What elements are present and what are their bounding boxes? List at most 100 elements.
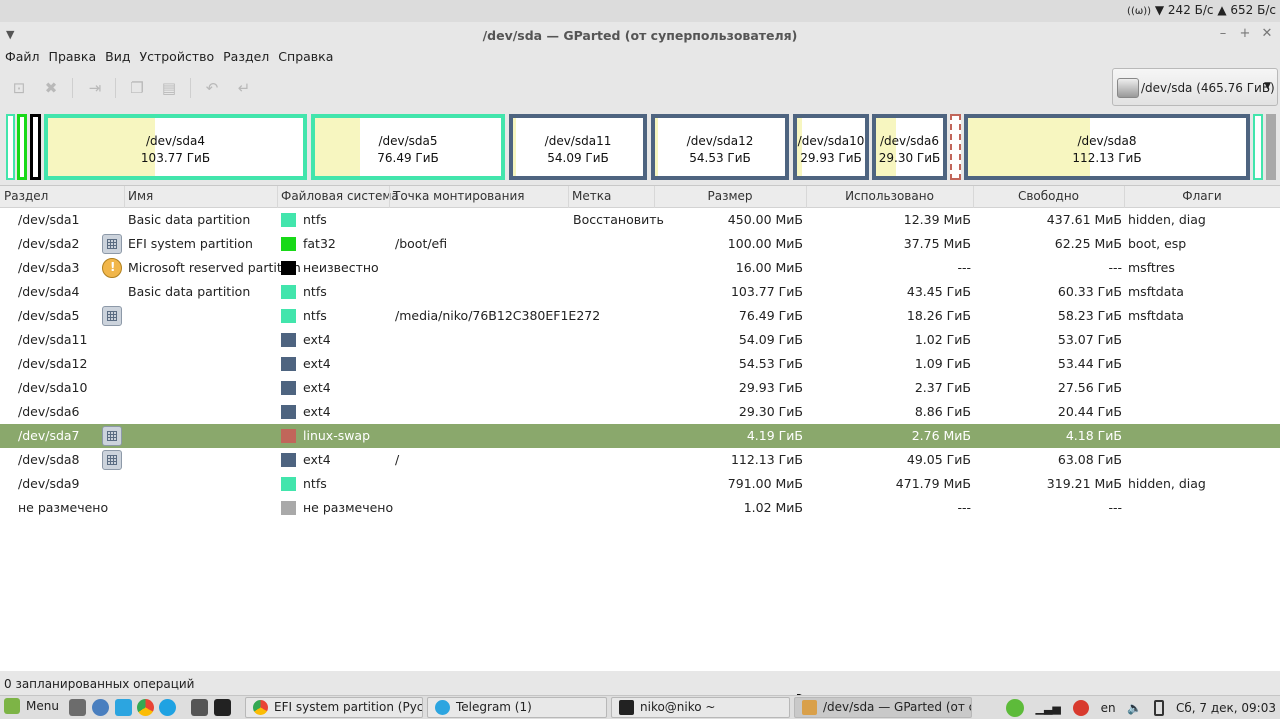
table-row[interactable]: /dev/sda12 ext4 54.53 ГиБ 1.09 ГиБ 53.44 ГиБ bbox=[0, 352, 1280, 376]
pmap-name: /dev/sda5 bbox=[378, 134, 438, 148]
table-row[interactable]: /dev/sda3 Microsoft reserved partitionнеи… bbox=[0, 256, 1280, 280]
task-gparted[interactable]: /dev/sda — GParted (от с... bbox=[794, 697, 972, 718]
pmap-sda12[interactable]: /dev/sda12 54.53 ГиБ bbox=[651, 114, 789, 180]
new-partition-icon[interactable]: ⊡ bbox=[8, 78, 30, 98]
close-icon[interactable]: ✕ bbox=[1259, 26, 1275, 42]
start-menu-button[interactable]: Menu bbox=[4, 698, 59, 718]
pmap-sda5[interactable]: /dev/sda5 76.49 ГиБ bbox=[311, 114, 505, 180]
col-header-free[interactable]: Свободно bbox=[973, 189, 1124, 203]
terminal-launcher-icon[interactable] bbox=[214, 699, 231, 716]
download-arrow-icon: ▼ bbox=[1154, 3, 1165, 17]
col-header-mountpoint[interactable]: Точка монтирования bbox=[393, 189, 524, 203]
pmap-sda9[interactable] bbox=[1253, 114, 1263, 180]
pmap-sda6[interactable]: /dev/sda6 29.30 ГиБ bbox=[872, 114, 947, 180]
header-separator bbox=[568, 186, 569, 208]
col-header-flags[interactable]: Флаги bbox=[1124, 189, 1280, 203]
volume-icon[interactable]: 🔈 bbox=[1127, 701, 1142, 715]
pmap-name: /dev/sda8 bbox=[1077, 134, 1137, 148]
update-manager-icon[interactable] bbox=[1005, 699, 1024, 717]
pmap-sda7[interactable] bbox=[950, 114, 961, 180]
filesystem-color-swatch bbox=[281, 357, 296, 371]
network-signal-icon[interactable]: ▁▃▅ bbox=[1036, 702, 1061, 715]
table-row[interactable]: /dev/sda5 ntfs/media/niko/76B12C380EF1E27… bbox=[0, 304, 1280, 328]
chrome-launcher-icon[interactable] bbox=[137, 699, 154, 716]
table-row[interactable]: /dev/sda4 Basic data partition ntfs 103.77 … bbox=[0, 280, 1280, 304]
col-header-label[interactable]: Метка bbox=[572, 189, 611, 203]
filesystem-color-swatch bbox=[281, 501, 296, 515]
partition-map: /dev/sda4 103.77 ГиБ /dev/sda5 76.49 ГиБ… bbox=[0, 109, 1280, 184]
delete-icon[interactable]: ✖ bbox=[40, 78, 62, 98]
pmap-sda11[interactable]: /dev/sda11 54.09 ГиБ bbox=[509, 114, 647, 180]
battery-icon[interactable] bbox=[1154, 700, 1165, 716]
menu-partition[interactable]: Раздел bbox=[218, 47, 273, 64]
browser-launcher-icon[interactable] bbox=[92, 699, 109, 716]
notification-icon[interactable] bbox=[1072, 700, 1089, 716]
table-row[interactable]: /dev/sda8 ext4 / 112.13 ГиБ 49.05 ГиБ 63.08 Г… bbox=[0, 448, 1280, 472]
cell-size: 16.00 МиБ bbox=[735, 260, 803, 275]
cell-used: --- bbox=[957, 500, 971, 515]
filesystem-color-swatch bbox=[281, 453, 296, 467]
pmap-sda4[interactable]: /dev/sda4 103.77 ГиБ bbox=[44, 114, 307, 180]
col-header-filesystem[interactable]: Файловая система bbox=[281, 189, 399, 203]
cell-partition: /dev/sda11 bbox=[18, 332, 88, 347]
table-row[interactable]: /dev/sda11 ext4 54.09 ГиБ 1.02 ГиБ 53.07 ГиБ bbox=[0, 328, 1280, 352]
copy-icon[interactable]: ❐ bbox=[126, 78, 148, 98]
pmap-sda2[interactable] bbox=[17, 114, 27, 180]
task-terminal[interactable]: niko@niko ~ bbox=[611, 697, 790, 718]
menu-view[interactable]: Вид bbox=[100, 47, 134, 64]
filesystem-color-swatch bbox=[281, 477, 296, 491]
table-row[interactable]: не размечено не размечено 1.02 МиБ --- --- bbox=[0, 496, 1280, 520]
terminal-icon bbox=[619, 700, 634, 715]
table-row[interactable]: /dev/sda1 Basic data partition ntfs Восстан… bbox=[0, 208, 1280, 232]
cell-free: 58.23 ГиБ bbox=[1057, 308, 1122, 323]
table-header: Раздел Имя Файловая система Точка монтир… bbox=[0, 186, 1280, 208]
telegram-launcher-icon[interactable] bbox=[115, 699, 132, 716]
undo-icon[interactable]: ↶ bbox=[201, 78, 223, 98]
filesystem-color-swatch bbox=[281, 285, 296, 299]
window-titlebar[interactable]: ▼ /dev/sda — GParted (от суперпользовате… bbox=[0, 22, 1280, 47]
header-separator bbox=[389, 186, 390, 208]
table-row[interactable]: /dev/sda6 ext4 29.30 ГиБ 8.86 ГиБ 20.44 ГиБ bbox=[0, 400, 1280, 424]
skype-launcher-icon[interactable] bbox=[159, 699, 176, 716]
cell-name: Microsoft reserved partition bbox=[128, 260, 301, 275]
task-label: EFI system partition (Русс... bbox=[274, 700, 423, 714]
menu-file[interactable]: Файл bbox=[0, 47, 44, 64]
cell-partition: /dev/sda10 bbox=[18, 380, 88, 395]
keyboard-layout-indicator[interactable]: en bbox=[1101, 701, 1116, 715]
mint-logo-icon bbox=[4, 698, 20, 714]
menu-help[interactable]: Справка bbox=[273, 47, 337, 64]
cell-free: 437.61 МиБ bbox=[1046, 212, 1122, 227]
task-chrome[interactable]: EFI system partition (Русс... bbox=[245, 697, 423, 718]
table-row[interactable]: /dev/sda2 EFI system partition fat32/boot/… bbox=[0, 232, 1280, 256]
pmap-unallocated[interactable] bbox=[1266, 114, 1276, 180]
cell-partition: /dev/sda5 bbox=[18, 308, 80, 323]
minimize-icon[interactable]: – bbox=[1215, 26, 1231, 42]
table-row[interactable]: /dev/sda9 ntfs 791.00 МиБ 471.79 МиБ 319.21 … bbox=[0, 472, 1280, 496]
table-row[interactable]: /dev/sda10 ext4 29.93 ГиБ 2.37 ГиБ 27.56 ГиБ bbox=[0, 376, 1280, 400]
menu-device[interactable]: Устройство bbox=[134, 47, 218, 64]
cell-free: 319.21 МиБ bbox=[1046, 476, 1122, 491]
cell-used: 8.86 ГиБ bbox=[914, 404, 971, 419]
menu-edit[interactable]: Правка bbox=[44, 47, 101, 64]
device-selector[interactable]: /dev/sda (465.76 ГиБ) ▼ bbox=[1112, 68, 1278, 106]
clock[interactable]: Сб, 7 дек, 09:03 bbox=[1176, 701, 1276, 715]
resize-move-icon[interactable]: ⇥ bbox=[84, 78, 106, 98]
network-rate[interactable]: ((ω)) ▼ 242 Б/с ▲ 652 Б/с bbox=[1127, 3, 1276, 17]
task-telegram[interactable]: Telegram (1) bbox=[427, 697, 607, 718]
pmap-sda1[interactable] bbox=[6, 114, 15, 180]
header-separator bbox=[124, 186, 125, 208]
pmap-sda10[interactable]: /dev/sda10 29.93 ГиБ bbox=[793, 114, 869, 180]
file-manager-launcher-icon[interactable] bbox=[191, 699, 208, 716]
table-row[interactable]: /dev/sda7 linux-swap 4.19 ГиБ 2.76 МиБ 4.18 … bbox=[0, 424, 1280, 448]
col-header-partition[interactable]: Раздел bbox=[4, 189, 48, 203]
cell-used: 37.75 МиБ bbox=[903, 236, 971, 251]
paste-icon[interactable]: ▤ bbox=[158, 78, 180, 98]
apply-icon[interactable]: ↵ bbox=[233, 78, 255, 98]
pmap-sda8[interactable]: /dev/sda8 112.13 ГиБ bbox=[964, 114, 1250, 180]
show-desktop-icon[interactable] bbox=[69, 699, 86, 716]
pmap-sda3[interactable] bbox=[30, 114, 41, 180]
col-header-used[interactable]: Использовано bbox=[806, 189, 973, 203]
col-header-size[interactable]: Размер bbox=[654, 189, 806, 203]
col-header-name[interactable]: Имя bbox=[128, 189, 153, 203]
maximize-icon[interactable]: + bbox=[1237, 26, 1253, 42]
